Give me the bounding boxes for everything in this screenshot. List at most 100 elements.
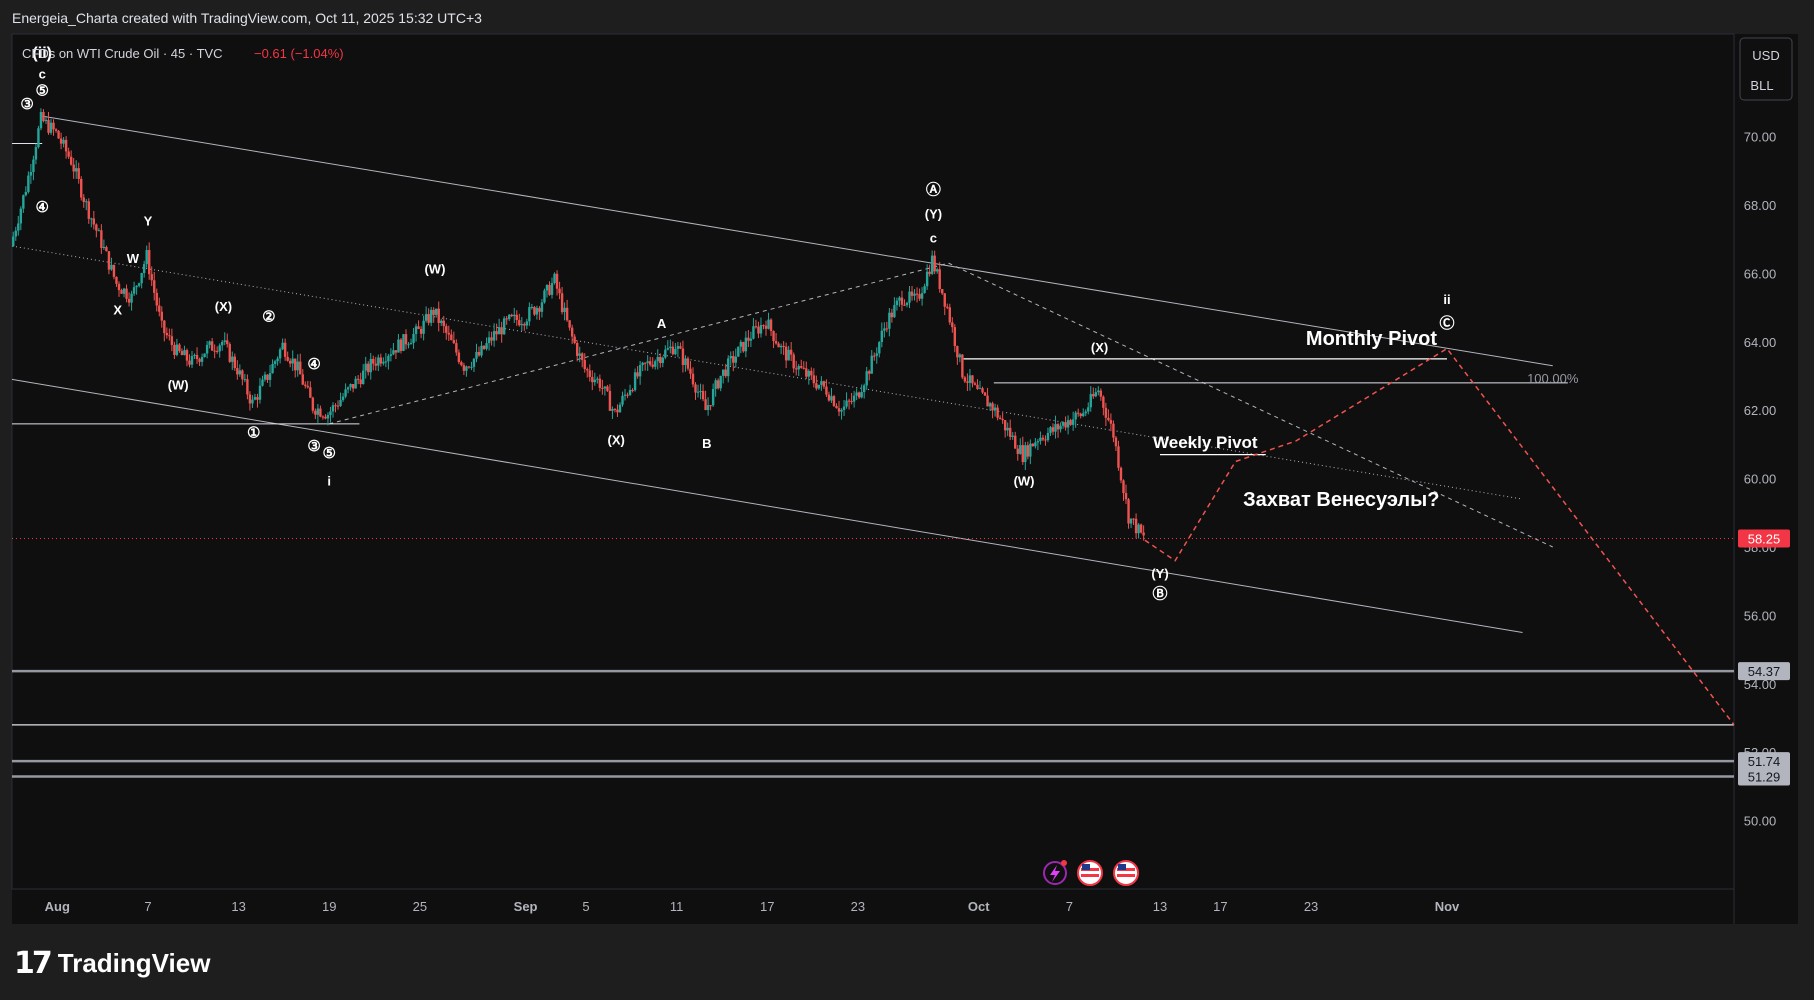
candle-body (648, 361, 652, 365)
candle-body (525, 321, 529, 326)
candle-body (686, 358, 690, 369)
candle-body (1056, 424, 1060, 430)
candle-body (560, 293, 564, 313)
candle-body (578, 353, 581, 356)
candle-body (336, 405, 340, 407)
candle-body (203, 353, 206, 358)
candle-body (414, 326, 418, 334)
tradingview-logo[interactable]: 17 TradingView (14, 945, 210, 981)
wave-label: (W) (424, 261, 445, 276)
candle-body (1119, 467, 1123, 481)
candle-body (951, 322, 954, 328)
candle-body (978, 388, 982, 390)
candle-body (185, 350, 189, 361)
candle-body (339, 399, 342, 406)
candle-body (727, 358, 730, 377)
candle-body (1064, 422, 1067, 428)
candle-body (540, 302, 544, 312)
candle-body (1036, 441, 1040, 443)
candle-body (744, 337, 748, 352)
us-flag-icon[interactable] (1113, 860, 1139, 886)
candle-body (215, 350, 219, 352)
candle-body (17, 223, 20, 231)
wave-label: (W) (1014, 473, 1035, 488)
candle-body (1016, 448, 1019, 454)
candle-body (918, 294, 921, 299)
candle-body (895, 300, 899, 306)
candle-body (190, 356, 194, 365)
wave-label: ② (262, 308, 275, 325)
y-tick-label: 64.00 (1744, 335, 1777, 350)
candle-body (180, 351, 184, 356)
wave-label: X (113, 302, 122, 317)
x-tick-label: Oct (968, 899, 990, 914)
candle-body (1069, 420, 1072, 425)
candle-body (807, 370, 811, 377)
candle-body (263, 374, 267, 380)
candle-body (611, 408, 614, 411)
candle-body (638, 365, 642, 377)
candle-body (54, 129, 58, 131)
candle-body (1039, 437, 1042, 442)
candle-body (581, 353, 584, 360)
y-tick-label: 68.00 (1744, 198, 1777, 213)
candle-body (356, 378, 360, 380)
candle-body (558, 288, 561, 294)
candle-body (80, 178, 83, 198)
price-label: 51.29 (1748, 769, 1781, 784)
wave-label: Y (144, 214, 153, 229)
candle-body (628, 390, 632, 395)
wave-label: A (657, 316, 667, 331)
candle-body (508, 314, 511, 320)
candle-body (666, 348, 670, 350)
candle-body (296, 361, 299, 371)
candle-body (696, 391, 700, 393)
x-tick-label: 23 (851, 899, 865, 914)
us-flag-icon[interactable] (1077, 860, 1103, 886)
candle-body (963, 377, 967, 382)
wave-label: Захват Венесуэлы? (1243, 489, 1439, 511)
candle-body (1011, 435, 1014, 437)
candle-body (759, 325, 763, 334)
candle-body (1029, 443, 1032, 457)
candle-body (369, 358, 372, 373)
wave-label: c (39, 66, 46, 81)
candle-body (183, 350, 186, 356)
currency-unit-box[interactable]: USD BLL (1739, 37, 1793, 101)
candle-body (39, 112, 43, 129)
candle-body (570, 327, 574, 337)
candle-body (618, 404, 622, 413)
candle-body (701, 390, 705, 400)
candle-body (1019, 445, 1022, 454)
candle-body (52, 122, 55, 130)
candle-body (19, 208, 23, 224)
x-tick-label: 19 (322, 899, 336, 914)
candle-body (1099, 390, 1103, 397)
candle-body (679, 346, 682, 349)
candle-body (593, 379, 597, 383)
candle-body (1074, 412, 1077, 420)
candle-body (67, 151, 70, 157)
tv-logo-icon: 17 (14, 945, 53, 981)
candle-body (883, 328, 886, 331)
wave-label: Ⓐ (926, 181, 941, 199)
candle-body (860, 392, 863, 398)
x-tick-label: 13 (1153, 899, 1167, 914)
candle-body (218, 345, 221, 352)
candle-body (472, 358, 476, 367)
candle-body (74, 168, 78, 172)
candle-body (971, 375, 974, 384)
chart-frame[interactable]: (ii)c③⑤④YWX (X)(W)②④①③ ⑤i(W)A(X) BⒶ(Y)c(X)(… (0, 0, 1814, 1000)
candle-body (266, 374, 269, 380)
candle-body (14, 230, 17, 237)
candle-body (27, 175, 30, 192)
symbol-legend[interactable]: CFDs on WTI Crude Oil · 45 · TVC −0.61 (… (22, 46, 344, 61)
candle-body (835, 405, 838, 409)
candle-body (880, 330, 884, 343)
candle-body (568, 320, 571, 328)
candle-body (633, 372, 637, 391)
candle-body (445, 326, 448, 333)
candle-body (636, 372, 639, 377)
candle-body (976, 384, 979, 389)
candle-body (898, 297, 901, 301)
